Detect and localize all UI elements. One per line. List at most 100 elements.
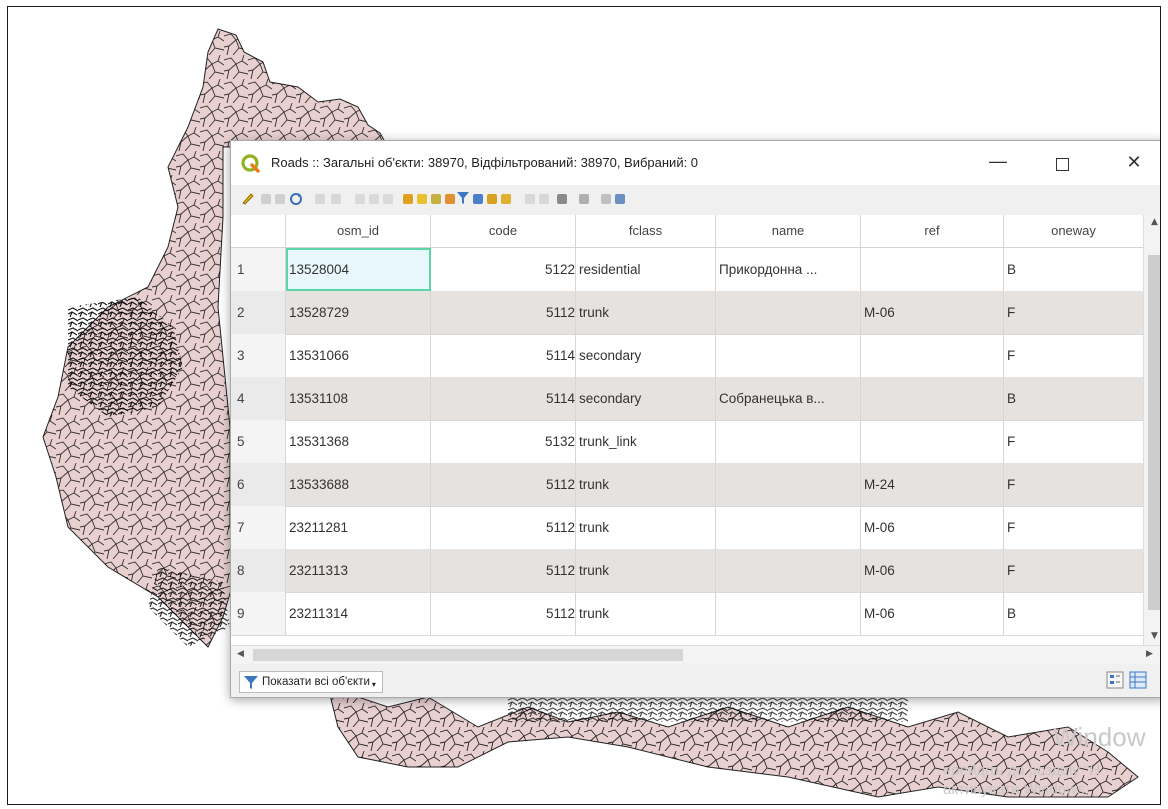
cell-oneway[interactable]: F: [1004, 420, 1143, 463]
toggle-edit-icon[interactable]: [241, 191, 255, 205]
table-row[interactable]: 2 13528729 5112 trunk M-06 F: [231, 291, 1143, 335]
table-row[interactable]: 6 13533688 5112 trunk M-24 F: [231, 463, 1143, 507]
pan-to-selection-icon[interactable]: [487, 194, 497, 204]
column-header-fclass[interactable]: fclass: [576, 215, 716, 247]
dock-icon[interactable]: [601, 194, 611, 204]
scroll-right-arrow-icon[interactable]: ▶: [1146, 649, 1153, 659]
table-row[interactable]: 4 13531108 5114 secondary Собранецька в.…: [231, 377, 1143, 421]
row-number[interactable]: 6: [231, 463, 286, 506]
cell-name[interactable]: [716, 291, 861, 334]
cell-osm_id[interactable]: 13531108: [286, 377, 431, 420]
new-field-icon[interactable]: [525, 194, 535, 204]
cell-oneway[interactable]: B: [1004, 592, 1143, 635]
cell-name[interactable]: Прикордонна ...: [716, 248, 861, 291]
paste-icon[interactable]: [383, 194, 393, 204]
cell-osm_id[interactable]: 23211313: [286, 549, 431, 592]
copy-icon[interactable]: [369, 194, 379, 204]
cell-ref[interactable]: M-24: [861, 463, 1004, 506]
cell-ref[interactable]: [861, 420, 1004, 463]
cell-fclass[interactable]: trunk: [576, 506, 716, 549]
vertical-scroll-thumb[interactable]: [1148, 255, 1160, 610]
show-all-features-dropdown[interactable]: Показати всі об'єкти ▾: [239, 671, 383, 693]
cell-fclass[interactable]: trunk: [576, 549, 716, 592]
cell-osm_id[interactable]: 13531368: [286, 420, 431, 463]
cell-name[interactable]: [716, 420, 861, 463]
scroll-left-arrow-icon[interactable]: ◀: [237, 649, 244, 659]
cell-ref[interactable]: M-06: [861, 549, 1004, 592]
delete-feature-icon[interactable]: [331, 194, 341, 204]
title-bar[interactable]: Roads :: Загальні об'єкти: 38970, Відфіл…: [231, 141, 1160, 185]
column-header-name[interactable]: name: [716, 215, 861, 247]
row-number[interactable]: 8: [231, 549, 286, 592]
reload-icon[interactable]: [289, 192, 303, 206]
cell-fclass[interactable]: residential: [576, 248, 716, 291]
cell-oneway[interactable]: F: [1004, 549, 1143, 592]
row-number[interactable]: 7: [231, 506, 286, 549]
column-header-osm_id[interactable]: osm_id: [286, 215, 431, 247]
actions-icon[interactable]: [615, 194, 625, 204]
add-feature-icon[interactable]: [315, 194, 325, 204]
cell-code[interactable]: 5112: [431, 549, 576, 592]
corner-header[interactable]: [231, 215, 286, 247]
cell-code[interactable]: 5122: [431, 248, 576, 291]
row-number[interactable]: 5: [231, 420, 286, 463]
move-selection-top-icon[interactable]: [473, 194, 483, 204]
vertical-scrollbar[interactable]: ▲ ▼: [1143, 215, 1160, 645]
cell-osm_id[interactable]: 13528004: [286, 248, 431, 291]
cell-oneway[interactable]: B: [1004, 248, 1143, 291]
cell-oneway[interactable]: F: [1004, 334, 1143, 377]
cell-ref[interactable]: M-06: [861, 592, 1004, 635]
row-number[interactable]: 1: [231, 248, 286, 291]
cell-oneway[interactable]: B: [1004, 377, 1143, 420]
cell-name[interactable]: [716, 463, 861, 506]
column-header-code[interactable]: code: [431, 215, 576, 247]
cell-code[interactable]: 5114: [431, 377, 576, 420]
cell-oneway[interactable]: F: [1004, 506, 1143, 549]
cell-code[interactable]: 5112: [431, 291, 576, 334]
cell-ref[interactable]: [861, 248, 1004, 291]
cell-name[interactable]: [716, 334, 861, 377]
cell-name[interactable]: [716, 592, 861, 635]
save-edits-icon[interactable]: [275, 194, 285, 204]
cell-oneway[interactable]: F: [1004, 291, 1143, 334]
invert-selection-icon[interactable]: [431, 194, 441, 204]
column-header-oneway[interactable]: oneway: [1004, 215, 1143, 247]
close-button[interactable]: ✕: [1111, 149, 1157, 177]
cell-fclass[interactable]: trunk_link: [576, 420, 716, 463]
minimize-button[interactable]: —: [975, 149, 1021, 177]
maximize-button[interactable]: [1039, 149, 1085, 177]
table-row[interactable]: 7 23211281 5112 trunk M-06 F: [231, 506, 1143, 550]
attribute-table-window[interactable]: Roads :: Загальні об'єкти: 38970, Відфіл…: [230, 140, 1160, 698]
cell-fclass[interactable]: trunk: [576, 592, 716, 635]
horizontal-scrollbar[interactable]: ◀ ▶: [231, 645, 1160, 664]
cell-fclass[interactable]: trunk: [576, 463, 716, 506]
select-all-icon[interactable]: [417, 194, 427, 204]
zoom-to-selection-icon[interactable]: [501, 194, 511, 204]
cell-ref[interactable]: [861, 334, 1004, 377]
cell-ref[interactable]: M-06: [861, 506, 1004, 549]
cell-ref[interactable]: M-06: [861, 291, 1004, 334]
cell-osm_id[interactable]: 23211281: [286, 506, 431, 549]
cell-oneway[interactable]: F: [1004, 463, 1143, 506]
table-row[interactable]: 8 23211313 5112 trunk M-06 F: [231, 549, 1143, 593]
cell-osm_id[interactable]: 13531066: [286, 334, 431, 377]
cell-code[interactable]: 5112: [431, 463, 576, 506]
filter-icon[interactable]: [457, 191, 469, 205]
column-header-ref[interactable]: ref: [861, 215, 1004, 247]
table-row[interactable]: 9 23211314 5112 trunk M-06 B: [231, 592, 1143, 636]
cell-code[interactable]: 5132: [431, 420, 576, 463]
cut-icon[interactable]: [355, 194, 365, 204]
field-calculator-icon[interactable]: [557, 194, 567, 204]
table-row[interactable]: 5 13531368 5132 trunk_link F: [231, 420, 1143, 464]
scroll-down-arrow-icon[interactable]: ▼: [1151, 631, 1158, 641]
cell-osm_id[interactable]: 13528729: [286, 291, 431, 334]
cell-code[interactable]: 5114: [431, 334, 576, 377]
multi-edit-icon[interactable]: [261, 194, 271, 204]
cell-ref[interactable]: [861, 377, 1004, 420]
table-row[interactable]: 1 13528004 5122 residential Прикордонна …: [231, 248, 1143, 292]
attribute-table[interactable]: osm_id code fclass name ref oneway 1 135…: [231, 215, 1143, 645]
horizontal-scroll-thumb[interactable]: [253, 649, 683, 661]
table-view-icon[interactable]: [1129, 671, 1147, 689]
deselect-icon[interactable]: [445, 194, 455, 204]
cell-code[interactable]: 5112: [431, 506, 576, 549]
